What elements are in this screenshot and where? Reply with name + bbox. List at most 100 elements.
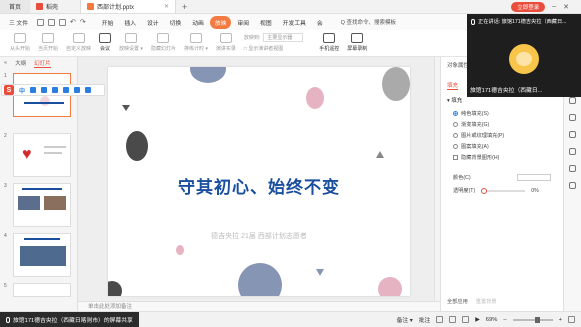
decor-circle xyxy=(126,131,148,161)
more-icon[interactable] xyxy=(569,182,576,189)
save-icon[interactable] xyxy=(37,18,45,26)
fill-option-pattern[interactable]: 图案填充(A) xyxy=(441,141,563,152)
menu-review[interactable]: 审阅 xyxy=(232,16,254,29)
phone-remote-button[interactable]: 手机遥控 xyxy=(315,33,343,52)
redo-icon[interactable]: ↷ xyxy=(80,18,86,26)
close-window-icon[interactable]: ✕ xyxy=(563,3,569,11)
editing-canvas: 守其初心、始终不变 德吉央拉 21届 西部计划志愿者 xyxy=(78,57,440,301)
color-label: 颜色(C) xyxy=(453,175,471,181)
notes-area[interactable]: 单击此处添加备注 xyxy=(78,301,440,311)
notes-toggle-button[interactable]: 备注 ▾ xyxy=(397,315,413,324)
show-settings-button[interactable]: 放映设置 ▾ xyxy=(115,33,147,52)
meeting-button[interactable]: 会议 xyxy=(95,33,115,52)
normal-view-icon[interactable] xyxy=(436,316,444,323)
custom-show-button[interactable]: 自定义放映 xyxy=(62,33,95,52)
menu-design[interactable]: 设计 xyxy=(142,16,164,29)
help-icon[interactable] xyxy=(569,148,576,155)
from-current-button[interactable]: 当页开始 xyxy=(34,33,62,52)
animation-icon[interactable] xyxy=(569,114,576,121)
emoji-icon[interactable] xyxy=(41,87,48,93)
voice-icon[interactable] xyxy=(52,87,59,93)
color-picker[interactable] xyxy=(517,174,551,181)
transparency-value[interactable]: 0% xyxy=(531,188,539,194)
fill-option-gradient[interactable]: 渐变填充(G) xyxy=(441,119,563,130)
command-search[interactable]: Q 查找命令、搜索模板 xyxy=(341,18,396,26)
minimize-icon[interactable]: – xyxy=(552,3,556,10)
menu-view[interactable]: 视图 xyxy=(255,16,277,29)
punctuation-icon[interactable] xyxy=(30,87,37,93)
zoom-slider[interactable] xyxy=(512,316,553,323)
share-icon[interactable] xyxy=(569,165,576,172)
transparency-slider[interactable] xyxy=(481,187,526,194)
display-select[interactable]: 主要显示器 xyxy=(263,33,304,42)
close-tab-icon[interactable]: ✕ xyxy=(164,3,169,10)
rehearse-timing-button[interactable]: 排练计时 ▾ xyxy=(180,33,212,52)
toolbox-icon[interactable] xyxy=(85,87,92,93)
speech-record-button[interactable]: 演讲实录 xyxy=(212,33,240,52)
login-button[interactable]: 立即登录 xyxy=(511,1,546,12)
slider-knob[interactable] xyxy=(481,187,488,194)
slide-subtitle[interactable]: 德吉央拉 21届 西部计划志愿者 xyxy=(108,231,410,241)
screen-record-button[interactable]: 屏幕录制 xyxy=(343,33,371,52)
custom-show-icon xyxy=(72,33,85,43)
current-slide[interactable]: 守其初心、始终不变 德吉央拉 21届 西部计划志愿者 xyxy=(108,67,410,296)
menu-animation[interactable]: 动画 xyxy=(187,16,209,29)
tab-home[interactable]: 首页 xyxy=(0,0,30,13)
preview-icon[interactable] xyxy=(59,18,67,26)
tab-presentation[interactable]: 西部计划.pptx ✕ xyxy=(80,0,176,13)
reading-view-icon[interactable] xyxy=(462,316,470,323)
meeting-video-window[interactable]: 正在讲话: 旅馆171德吉央拉（西藏日... 旅馆171德吉央拉（西藏日... xyxy=(467,14,581,97)
keyboard-icon[interactable] xyxy=(63,87,70,93)
tab-slides[interactable]: 幻灯片 xyxy=(34,59,51,68)
shape-icon[interactable] xyxy=(569,131,576,138)
zoom-in-icon[interactable]: + xyxy=(559,317,562,323)
skin-icon[interactable] xyxy=(74,87,81,93)
tab-fill[interactable]: 填充 xyxy=(447,81,459,90)
fill-option-solid[interactable]: 纯色填充(S) xyxy=(441,108,563,119)
display-options: 放映到: 主要显示器 □ 显示演讲者视图 xyxy=(240,33,307,52)
zoom-out-icon[interactable]: – xyxy=(503,317,506,323)
menu-member[interactable]: 会 xyxy=(312,16,328,29)
presenter-view-checkbox[interactable]: □ 显示演讲者视图 xyxy=(244,45,303,52)
slide-title[interactable]: 守其初心、始终不变 xyxy=(108,173,410,198)
fit-window-icon[interactable] xyxy=(568,316,575,323)
print-icon[interactable] xyxy=(48,18,56,26)
radio-icon xyxy=(453,133,458,138)
hide-slide-button[interactable]: 隐藏幻灯片 xyxy=(147,33,180,52)
comments-button[interactable]: 批注 xyxy=(419,315,431,324)
pptx-file-icon xyxy=(87,3,94,10)
zoom-knob[interactable] xyxy=(534,316,540,323)
slide-thumbnail-5[interactable] xyxy=(13,283,71,297)
reset-background-button[interactable]: 重置背景 xyxy=(476,298,497,305)
new-tab-button[interactable]: + xyxy=(176,0,193,13)
slide-thumbnail-2[interactable]: ♥ xyxy=(13,133,71,177)
sorter-view-icon[interactable] xyxy=(449,316,457,323)
radio-icon xyxy=(453,111,458,116)
menu-transition[interactable]: 切换 xyxy=(165,16,187,29)
tab-docer[interactable]: 稻壳 xyxy=(30,0,80,13)
undo-icon[interactable]: ↶ xyxy=(70,18,76,26)
hide-background-checkbox[interactable]: 隐藏背景图形(H) xyxy=(441,152,563,163)
tab-outline[interactable]: 大纲 xyxy=(15,59,26,67)
file-menu[interactable]: 三 文件 xyxy=(4,16,33,29)
zoom-level[interactable]: 69% xyxy=(486,317,498,323)
input-mode-label[interactable]: 中 xyxy=(19,86,25,95)
slide-thumbnail-4[interactable] xyxy=(13,233,71,277)
radio-icon xyxy=(453,122,458,127)
menu-developer[interactable]: 开发工具 xyxy=(278,16,311,29)
apply-all-button[interactable]: 全部应用 xyxy=(447,298,468,305)
ribbon-slideshow: 从头开始 当页开始 自定义放映 会议 放映设置 ▾ 隐藏幻灯片 排练计时 ▾ 演… xyxy=(0,30,468,57)
from-beginning-button[interactable]: 从头开始 xyxy=(6,33,34,52)
fill-option-picture[interactable]: 图片或纹理填充(P) xyxy=(441,130,563,141)
menu-insert[interactable]: 插入 xyxy=(119,16,141,29)
properties-icon[interactable] xyxy=(569,97,576,104)
slide-thumbnail-3[interactable] xyxy=(13,183,71,227)
screen-share-indicator[interactable]: 旅馆171德吉央拉（西藏日喀则市）的屏幕共享 xyxy=(0,311,139,327)
input-method-toolbar[interactable]: S 中 xyxy=(1,84,105,96)
collapse-panel-icon[interactable]: « xyxy=(4,60,7,66)
mic-icon xyxy=(6,316,10,323)
menu-home[interactable]: 开始 xyxy=(97,16,119,29)
screen-record-icon xyxy=(351,33,364,43)
menu-slideshow[interactable]: 放映 xyxy=(209,15,232,29)
play-slideshow-icon[interactable]: ▶ xyxy=(475,317,479,323)
